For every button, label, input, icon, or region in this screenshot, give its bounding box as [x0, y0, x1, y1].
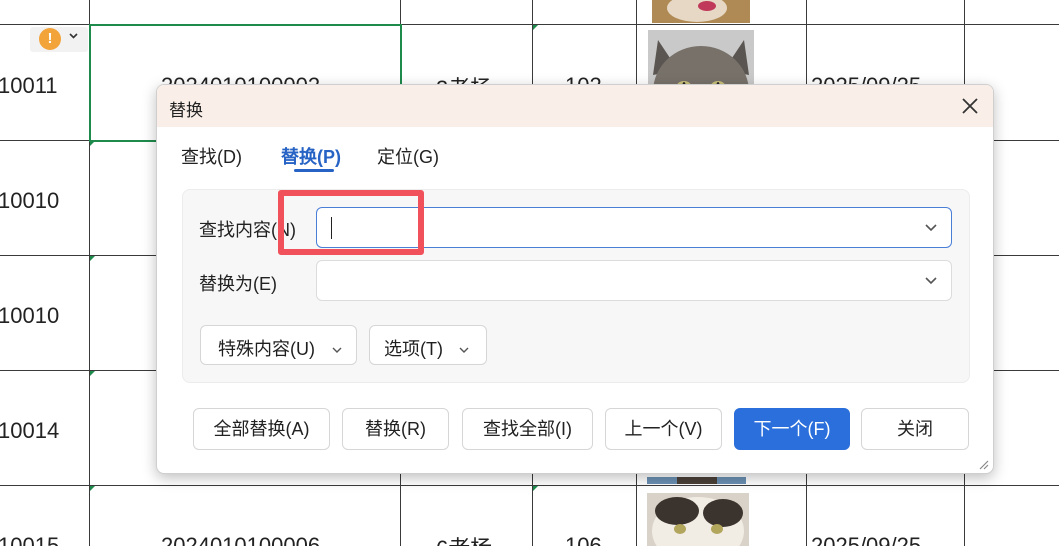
cat-photo[interactable] — [652, 0, 750, 23]
next-button[interactable]: 下一个(F) — [734, 408, 850, 450]
cat-photo[interactable] — [647, 493, 749, 546]
cell-marker — [90, 256, 95, 261]
tab-replace[interactable]: 替换(P) — [281, 143, 341, 169]
dialog-titlebar[interactable]: 替换 — [157, 85, 993, 127]
annotation-highlight-box — [278, 190, 424, 255]
replace-input[interactable] — [329, 267, 889, 295]
tab-goto[interactable]: 定位(G) — [377, 143, 439, 169]
chevron-down-icon[interactable] — [923, 219, 939, 235]
find-all-button[interactable]: 查找全部(I) — [462, 408, 593, 450]
cell-id[interactable]: 10011 — [0, 73, 58, 99]
special-content-dropdown[interactable]: 特殊内容(U) — [200, 325, 357, 365]
cell-marker — [533, 25, 538, 30]
cell-name[interactable]: 6老杨 — [436, 531, 492, 546]
cat-photo[interactable] — [647, 474, 746, 484]
replace-dialog: 替换 查找(D) 替换(P) 定位(G) 查找内容(N) 替换为(E) 特殊内容… — [156, 84, 994, 474]
options-dropdown[interactable]: 选项(T) — [369, 325, 487, 365]
close-icon[interactable] — [957, 93, 983, 119]
tab-find[interactable]: 查找(D) — [181, 143, 242, 169]
chevron-down-icon — [68, 30, 79, 44]
resize-grip-icon[interactable] — [977, 457, 989, 470]
error-indicator-button[interactable]: ! — [30, 27, 88, 52]
cell-number[interactable]: 106 — [565, 533, 602, 546]
cell-order[interactable]: 2024010100006 — [161, 533, 320, 546]
special-content-label: 特殊内容(U) — [218, 339, 315, 359]
cell-id[interactable]: 10015 — [0, 533, 59, 546]
active-tab-indicator — [294, 169, 334, 172]
cell-date[interactable]: 2025/09/25 — [811, 533, 921, 546]
cell-id[interactable]: 10014 — [0, 418, 59, 444]
cell-marker — [90, 486, 95, 491]
close-button[interactable]: 关闭 — [861, 408, 969, 450]
chevron-down-icon[interactable] — [923, 272, 939, 288]
grid-line — [0, 485, 1059, 486]
chevron-down-icon — [458, 340, 470, 353]
cell-marker — [533, 486, 538, 491]
replace-label: 替换为(E) — [199, 274, 277, 294]
replace-combo[interactable] — [316, 260, 952, 301]
cell-marker — [90, 371, 95, 376]
warning-icon: ! — [39, 28, 61, 50]
cell-id[interactable]: 10010 — [0, 188, 59, 214]
replace-button[interactable]: 替换(R) — [342, 408, 449, 450]
dialog-title: 替换 — [169, 101, 203, 120]
previous-button[interactable]: 上一个(V) — [605, 408, 722, 450]
chevron-down-icon — [331, 340, 343, 353]
options-label: 选项(T) — [384, 339, 443, 359]
cell-id[interactable]: 10010 — [0, 303, 59, 329]
replace-all-button[interactable]: 全部替换(A) — [193, 408, 330, 450]
